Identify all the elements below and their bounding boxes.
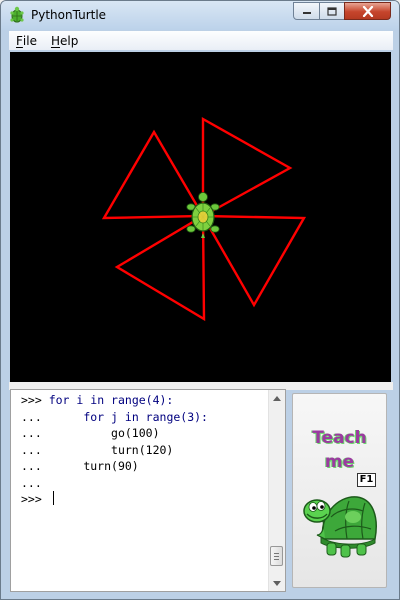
app-window: PythonTurtle File Help >>> for i in rang… xyxy=(0,0,400,600)
turtle-app-icon xyxy=(10,6,24,23)
f1-shortcut-badge: F1 xyxy=(357,473,376,487)
menu-bar: File Help xyxy=(9,31,393,50)
close-icon xyxy=(362,5,373,17)
shell-line: ... xyxy=(21,475,42,490)
scroll-down-button[interactable] xyxy=(269,575,285,591)
shell-line: ... go(100) xyxy=(21,426,160,440)
python-shell[interactable]: >>> for i in range(4): ... for j in rang… xyxy=(10,389,286,592)
shell-line: ... for j in range(3): xyxy=(21,409,208,424)
shell-scrollbar[interactable] xyxy=(268,390,285,591)
turtle-icon xyxy=(186,192,220,238)
shell-input-line[interactable]: >>> xyxy=(21,491,271,508)
turtle-canvas[interactable] xyxy=(10,52,391,382)
text-cursor xyxy=(52,491,54,505)
teacher-turtle-icon xyxy=(303,496,377,558)
menu-file[interactable]: File xyxy=(9,34,44,48)
scroll-up-button[interactable] xyxy=(269,390,285,406)
title-bar[interactable]: PythonTurtle xyxy=(1,1,399,30)
minimize-button[interactable] xyxy=(293,2,320,20)
minimize-icon xyxy=(302,12,311,14)
chevron-down-icon xyxy=(273,580,281,586)
chevron-up-icon xyxy=(273,395,281,401)
close-button[interactable] xyxy=(344,2,391,20)
scroll-thumb[interactable] xyxy=(270,546,283,566)
shell-line: >>> for i in range(4): xyxy=(21,393,174,407)
turtle-drawing xyxy=(101,116,307,322)
maximize-icon xyxy=(327,6,337,16)
triangle-2 xyxy=(201,116,293,219)
teach-label: Teach xyxy=(312,428,367,448)
menu-help[interactable]: Help xyxy=(44,34,85,48)
window-title: PythonTurtle xyxy=(31,8,107,22)
shell-output[interactable]: >>> for i in range(4): ... for j in rang… xyxy=(21,392,271,508)
shell-line: ... turn(90) xyxy=(21,459,139,473)
teach-me-button[interactable]: Teach me F1 xyxy=(292,393,387,588)
maximize-button[interactable] xyxy=(319,2,345,20)
shell-line: ... turn(120) xyxy=(21,442,174,457)
me-label: me xyxy=(324,452,355,472)
